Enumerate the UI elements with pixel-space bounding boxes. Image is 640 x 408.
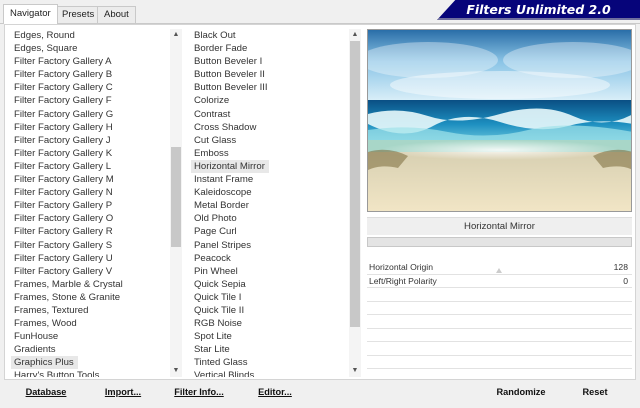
filter-list-item[interactable]: Page Curl [191,225,349,238]
category-list-item[interactable]: Filter Factory Gallery N [11,186,171,199]
filter-list-item[interactable]: Star Lite [191,343,349,356]
tab-navigator[interactable]: Navigator [3,4,58,24]
category-list-item[interactable]: FunHouse [11,330,171,343]
button-bar: Database Import... Filter Info... Editor… [0,381,640,405]
scroll-down-arrow-icon[interactable]: ▼ [349,365,361,377]
category-list-item[interactable]: Filter Factory Gallery K [11,147,171,160]
category-list-item[interactable]: Frames, Marble & Crystal [11,278,171,291]
category-list-item[interactable]: Frames, Stone & Granite [11,291,171,304]
filter-list-item[interactable]: Button Beveler I [191,55,349,68]
parameter-row [367,302,632,315]
brand-banner: Filters Unlimited 2.0 [437,0,640,20]
category-list-item[interactable]: Filter Factory Gallery R [11,225,171,238]
navigator-panel: Edges, Round Edges, Square Filter Factory … [4,24,636,380]
filter-list-item[interactable]: Button Beveler II [191,68,349,81]
reset-button[interactable]: Reset [580,381,610,403]
tab-strip: Navigator Presets About Filters Unlimite… [0,0,640,24]
filter-list-item[interactable]: Quick Sepia [191,278,349,291]
filter-list-item[interactable]: Cross Shadow [191,121,349,134]
scroll-down-arrow-icon[interactable]: ▼ [170,365,182,377]
filter-list-item[interactable]: Instant Frame [191,173,349,186]
parameter-list: Horizontal Origin 128 Left/Right Polarity 0 [367,261,632,369]
filter-list-item[interactable]: Panel Stripes [191,239,349,252]
filter-list-item[interactable]: Pin Wheel [191,265,349,278]
scroll-thumb[interactable] [171,147,181,247]
tab-presets[interactable]: Presets [55,6,102,23]
category-list-item[interactable]: Filter Factory Gallery M [11,173,171,186]
filter-list-item[interactable]: RGB Noise [191,317,349,330]
import-button[interactable]: Import... [102,381,144,403]
parameter-row[interactable]: Horizontal Origin 128 [367,261,632,275]
category-list-item[interactable]: Filter Factory Gallery P [11,199,171,212]
filter-list-item[interactable]: Peacock [191,252,349,265]
category-list-item[interactable]: Edges, Square [11,42,171,55]
preview-image [367,29,632,212]
parameter-row [367,329,632,342]
filter-info-button[interactable]: Filter Info... [174,381,224,403]
category-list-item[interactable]: Frames, Wood [11,317,171,330]
category-list-item[interactable]: Edges, Round [11,29,171,42]
filter-list-item[interactable]: Cut Glass [191,134,349,147]
category-list-item[interactable]: Filter Factory Gallery J [11,134,171,147]
parameter-label: Left/Right Polarity [369,275,437,286]
filter-list-item[interactable]: Old Photo [191,212,349,225]
filter-list-item[interactable]: Emboss [191,147,349,160]
filter-list-item[interactable]: Button Beveler III [191,81,349,94]
filter-list-item[interactable]: Quick Tile I [191,291,349,304]
category-list-item[interactable]: Filter Factory Gallery C [11,81,171,94]
randomize-button[interactable]: Randomize [496,381,546,403]
category-list-item[interactable]: Filter Factory Gallery S [11,239,171,252]
category-list-item[interactable]: Filter Factory Gallery H [11,121,171,134]
filter-list-item[interactable]: Spot Lite [191,330,349,343]
category-list-item[interactable]: Filter Factory Gallery F [11,94,171,107]
parameter-row [367,315,632,329]
filter-list[interactable]: Black Out Border Fade Button Beveler I Butt… [191,29,349,377]
parameter-row [367,288,632,302]
scroll-thumb[interactable] [350,41,360,327]
filter-list-item[interactable]: Contrast [191,108,349,121]
tab-about[interactable]: About [97,6,136,23]
filter-list-item[interactable]: Colorize [191,94,349,107]
category-list[interactable]: Edges, Round Edges, Square Filter Factory … [11,29,171,377]
filter-list-item[interactable]: Quick Tile II [191,304,349,317]
parameter-value: 128 [613,262,628,272]
editor-button[interactable]: Editor... [256,381,294,403]
category-list-item[interactable]: Filter Factory Gallery V [11,265,171,278]
scroll-up-arrow-icon[interactable]: ▲ [349,29,361,41]
filter-list-item[interactable]: Tinted Glass [191,356,349,369]
progress-bar [367,237,632,247]
slider-marker-icon[interactable] [496,268,502,273]
database-button[interactable]: Database [22,381,70,403]
category-list-item[interactable]: Filter Factory Gallery U [11,252,171,265]
filter-list-item[interactable]: Horizontal Mirror [191,159,269,174]
category-scrollbar[interactable]: ▲ ▼ [170,29,182,377]
parameter-row [367,342,632,356]
category-list-item[interactable]: Filter Factory Gallery L [11,160,171,173]
scroll-up-arrow-icon[interactable]: ▲ [170,29,182,41]
filter-name-label: Horizontal Mirror [367,217,632,235]
parameter-row [367,356,632,369]
parameter-label: Horizontal Origin [369,262,433,272]
category-list-item[interactable]: Filter Factory Gallery O [11,212,171,225]
category-list-item[interactable]: Frames, Textured [11,304,171,317]
category-list-item[interactable]: Filter Factory Gallery B [11,68,171,81]
category-list-item[interactable]: Gradients [11,343,171,356]
filter-list-item[interactable]: Border Fade [191,42,349,55]
filter-list-item[interactable]: Vertical Blinds [191,369,349,377]
category-list-item[interactable]: Graphics Plus [11,356,78,370]
parameter-row[interactable]: Left/Right Polarity 0 [367,275,632,288]
category-list-item[interactable]: Filter Factory Gallery A [11,55,171,68]
filter-list-item[interactable]: Kaleidoscope [191,186,349,199]
filter-scrollbar[interactable]: ▲ ▼ [349,29,361,377]
category-list-item[interactable]: Harry's Button Tools [11,369,171,377]
parameter-value: 0 [623,275,628,286]
filter-list-item[interactable]: Metal Border [191,199,349,212]
filter-list-item[interactable]: Black Out [191,29,349,42]
category-list-item[interactable]: Filter Factory Gallery G [11,108,171,121]
